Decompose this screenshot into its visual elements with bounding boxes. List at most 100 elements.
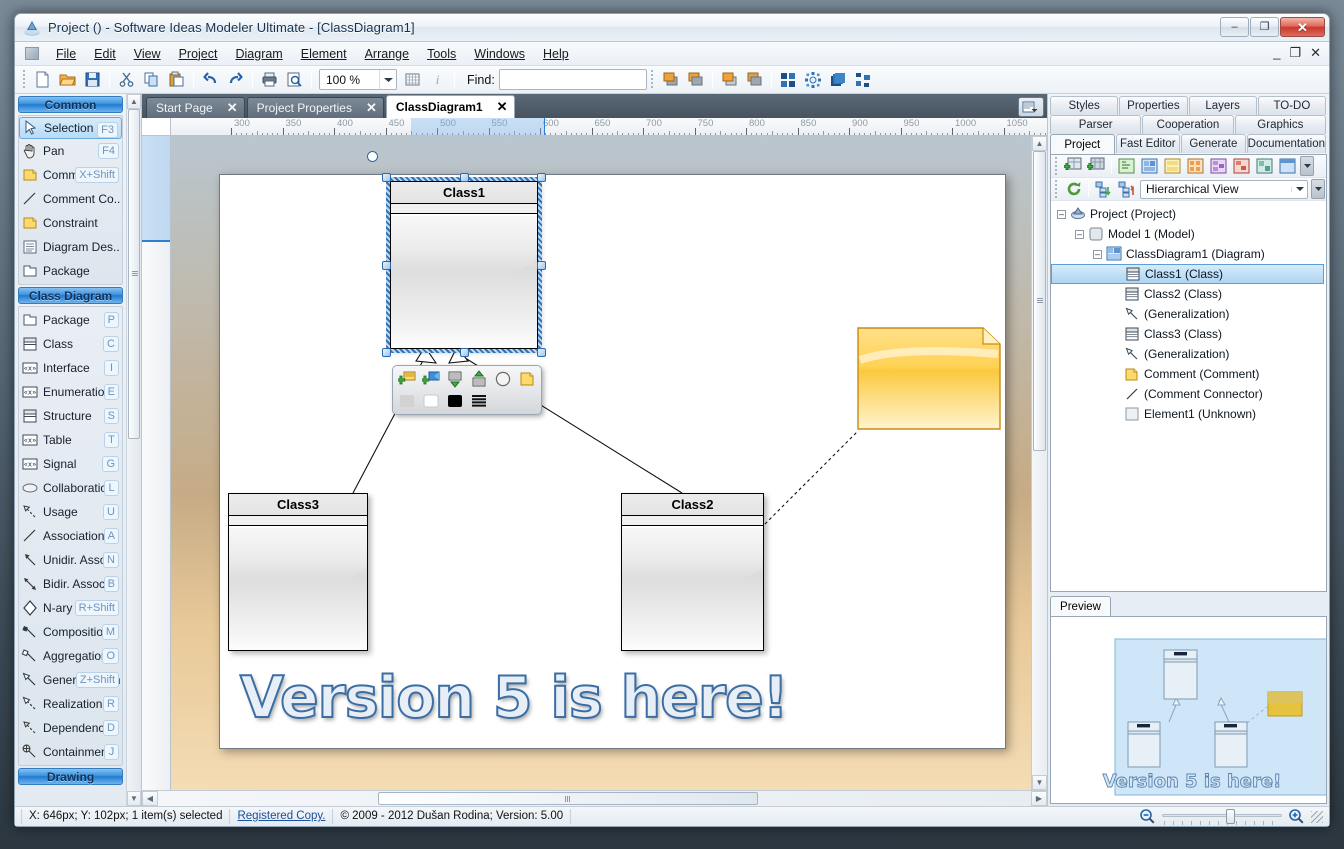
tab-parser[interactable]: Parser [1050,115,1142,134]
tab-layers[interactable]: Layers [1188,96,1257,115]
mdi-restore-button[interactable]: ❐ [1289,46,1301,60]
send-to-back-icon[interactable] [684,68,707,91]
class-box-class2[interactable]: Class2 [621,493,764,651]
resize-handle-w[interactable] [382,261,391,270]
tab-documentation[interactable]: Documentation [1246,134,1326,153]
tool-realization[interactable]: Realization R [19,692,122,716]
tool-usage[interactable]: Usage U [19,500,122,524]
doctab-start-page[interactable]: Start Page ✕ [146,97,245,118]
view-mode-chevron-down-icon[interactable] [1291,186,1307,192]
add-operation-icon[interactable] [421,369,441,389]
resize-handle-se[interactable] [537,348,546,357]
canvas-scroll-down[interactable]: ▼ [1032,775,1047,790]
tool-table[interactable]: «x» Table T [19,428,122,452]
tool-signal[interactable]: «x» Signal G [19,452,122,476]
menu-diagram[interactable]: Diagram [226,44,291,64]
tab-generate[interactable]: Generate [1181,134,1246,153]
save-file-icon[interactable] [81,68,104,91]
project-toolbar-overflow-2[interactable] [1311,179,1325,199]
canvas-vertical-scrollbar[interactable]: ▲ ▼ [1031,136,1047,790]
horizontal-ruler[interactable]: 300 350 400 450 500 550 600 650 700 750 800 850 900 9… [171,118,1047,135]
tool-unidir-assoc[interactable]: Unidir. Assoc. N [19,548,122,572]
add-attribute-icon[interactable] [397,369,417,389]
menu-view[interactable]: View [125,44,170,64]
insert-above-icon[interactable] [469,369,489,389]
tab-todo[interactable]: TO-DO [1257,96,1326,115]
lines-style-icon[interactable] [469,391,489,411]
info-icon[interactable]: i [426,68,449,91]
doctab-classdiagram1-close-icon[interactable]: ✕ [497,99,508,115]
resize-handle-s[interactable] [460,348,469,357]
tool-comment[interactable]: Comment X+Shift [19,163,122,187]
tree-item[interactable]: – Model 1 (Model) [1051,224,1326,244]
ellipse-shape-icon[interactable] [493,369,513,389]
bring-forward-icon[interactable] [718,68,741,91]
zoom-slider[interactable] [1162,808,1282,825]
zoom-combobox[interactable]: 100 % [319,69,397,90]
menu-edit[interactable]: Edit [85,44,125,64]
resize-handle-sw[interactable] [382,348,391,357]
vertical-ruler[interactable] [142,136,171,790]
mdi-close-button[interactable]: ✕ [1310,46,1321,60]
diagram-canvas[interactable]: Class3 Class2 Class1 Version 5 is here! [171,136,1031,790]
preview-content[interactable]: Version 5 is here! [1050,616,1327,804]
collapse-all-icon[interactable] [1116,179,1137,199]
project-tree[interactable]: – Project (Project) – Model 1 (Model) – Class… [1051,201,1326,591]
resize-grip[interactable] [1311,810,1323,823]
radial-layout-icon[interactable] [802,68,825,91]
filter-yellow-icon[interactable] [1162,156,1183,176]
window-view-icon[interactable] [1277,156,1298,176]
tree-item[interactable]: (Generalization) [1051,344,1326,364]
menu-help[interactable]: Help [534,44,578,64]
refresh-icon[interactable] [1063,179,1084,199]
add-diagram-icon[interactable] [1063,156,1084,176]
resize-handle-n[interactable] [460,173,469,182]
copy-icon[interactable] [140,68,163,91]
registered-copy-link[interactable]: Registered Copy. [237,810,325,822]
tree-item[interactable]: (Comment Connector) [1051,384,1326,404]
toolbox-group-class-diagram[interactable]: Class Diagram [18,287,123,304]
hierarchy-layout-icon[interactable] [852,68,875,91]
project-toolbar-grip-2[interactable] [1054,179,1059,199]
fill-black-icon[interactable] [445,391,465,411]
resize-handle-nw[interactable] [382,173,391,182]
canvas-hscroll-track[interactable] [158,791,1031,806]
tab-project[interactable]: Project [1050,134,1115,154]
zoom-slider-thumb[interactable] [1225,808,1235,824]
tool-package[interactable]: Package P [19,308,122,332]
tool-collaboration[interactable]: Collaboration L [19,476,122,500]
menu-tools[interactable]: Tools [418,44,465,64]
new-file-icon[interactable] [31,68,54,91]
view-mode-combobox[interactable]: Hierarchical View [1140,179,1308,199]
toolbar-grip[interactable] [22,70,27,89]
tree-expander-icon[interactable]: – [1093,249,1102,259]
tool-generalization[interactable]: GeneralizationZ+Shift [19,668,122,692]
undo-icon[interactable] [199,68,222,91]
tab-properties[interactable]: Properties [1119,96,1188,115]
maximize-button[interactable]: ❐ [1250,17,1279,37]
tree-item[interactable]: Class3 (Class) [1051,324,1326,344]
toolbox-scrollbar[interactable]: ▲ ▼ [126,94,141,806]
canvas-hscroll-thumb[interactable] [378,792,758,805]
find-input[interactable] [498,69,647,90]
rotate-handle[interactable] [367,151,378,162]
filter-orange-icon[interactable] [1185,156,1206,176]
doctab-project-properties-close-icon[interactable]: ✕ [366,100,377,116]
filter-teal-icon[interactable] [1254,156,1275,176]
chevron-down-icon[interactable] [379,70,396,89]
toolbox-group-drawing[interactable]: Drawing [18,768,123,785]
note-shape-icon[interactable] [517,369,537,389]
menu-arrange[interactable]: Arrange [356,44,418,64]
toolbox-scroll-thumb[interactable] [128,109,140,439]
fill-white-icon[interactable] [421,391,441,411]
tree-item[interactable]: Comment (Comment) [1051,364,1326,384]
toolbar-grip-2[interactable] [649,70,655,89]
print-icon[interactable] [258,68,281,91]
doctab-project-properties[interactable]: Project Properties ✕ [246,97,384,118]
tree-expander-icon[interactable]: – [1075,229,1084,239]
close-button[interactable]: ✕ [1280,17,1325,37]
system-menu-icon[interactable] [25,47,39,60]
mdi-minimize-button[interactable]: _ [1273,46,1280,60]
tool-constraint[interactable]: Constraint [19,211,122,235]
diagram-page[interactable]: Class3 Class2 Class1 Version 5 is here! [219,151,1006,749]
